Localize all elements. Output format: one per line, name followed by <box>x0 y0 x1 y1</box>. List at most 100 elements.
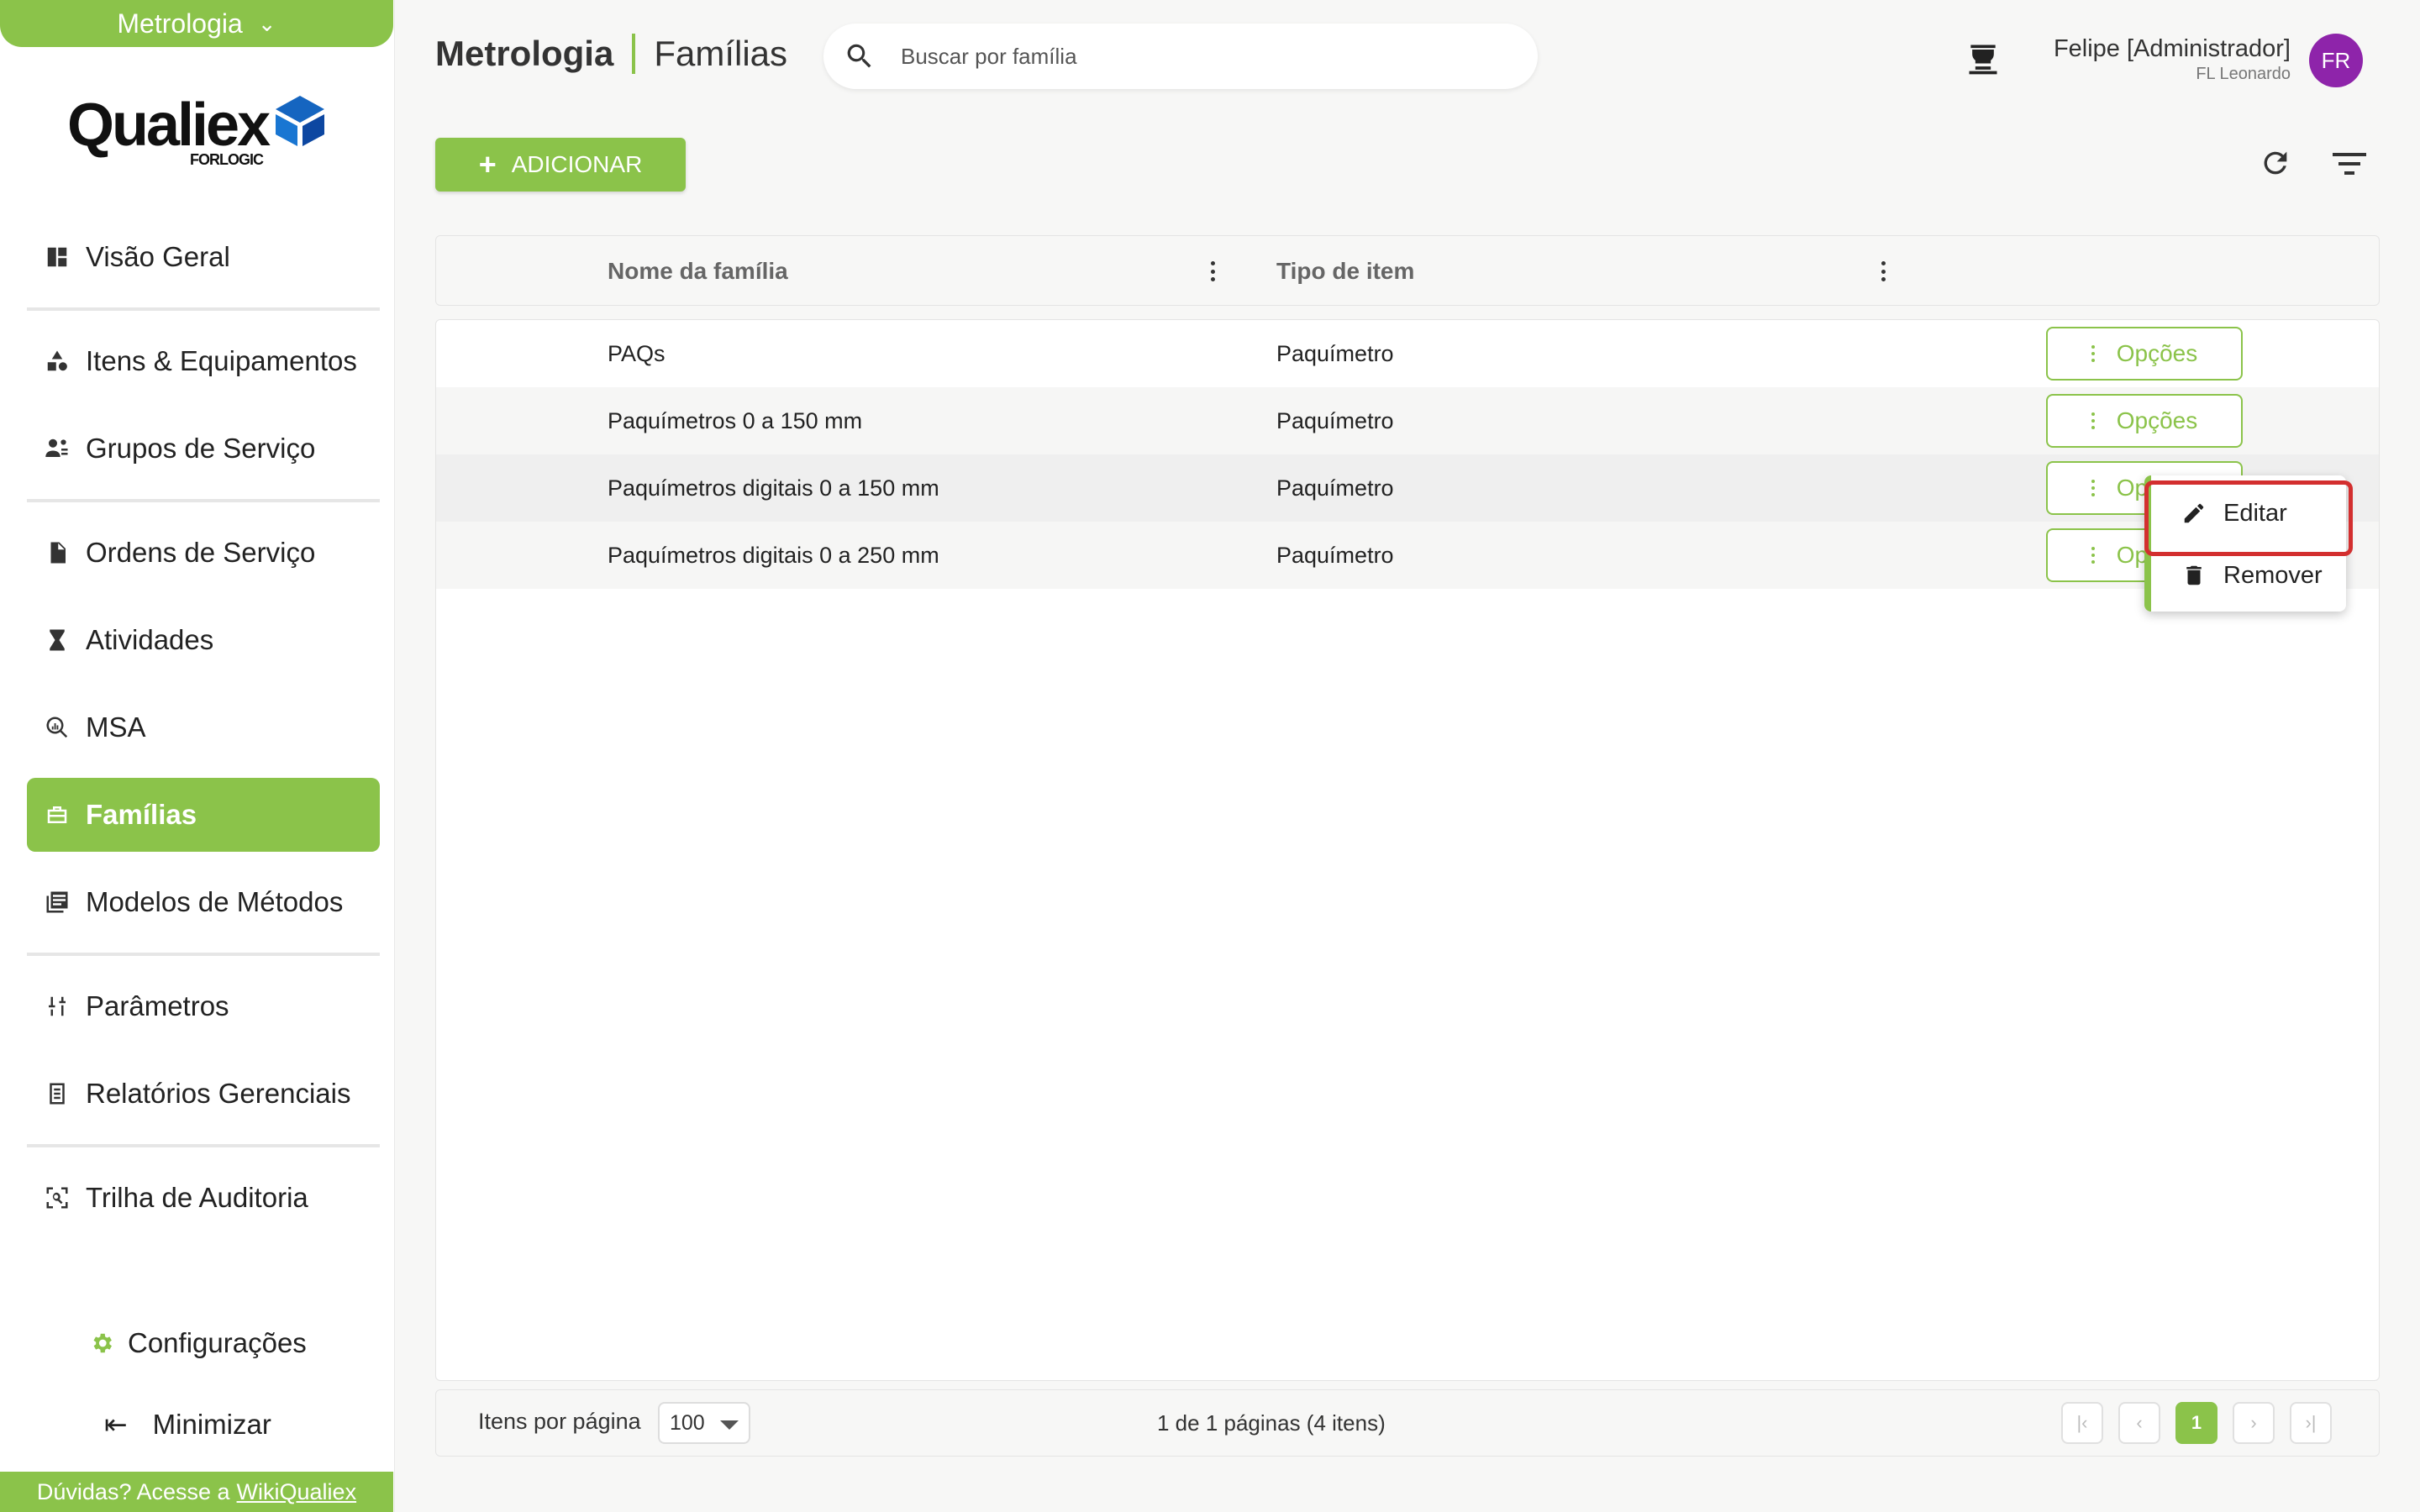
avatar[interactable]: FR <box>2309 34 2363 87</box>
cell-item-type: Paquímetro <box>1276 475 1394 501</box>
pagination: |‹ ‹ 1 › ›| <box>2061 1402 2332 1444</box>
sidebar-item-atividades[interactable]: Atividades <box>27 603 380 677</box>
sidebar-item-label: Parâmetros <box>86 990 229 1021</box>
search-bar <box>823 24 1538 89</box>
sidebar: Metrologia ⌄ Qualiex FORLOGIC Visão Gera… <box>0 0 395 1512</box>
logo: Qualiex FORLOGIC <box>67 91 336 175</box>
sidebar-item-msa[interactable]: MSA <box>27 690 380 764</box>
menu-item-label: Editar <box>2223 499 2287 527</box>
cell-item-type: Paquímetro <box>1276 340 1394 366</box>
menu-item-remove[interactable]: Remover <box>2151 546 2346 605</box>
divider <box>27 1144 380 1147</box>
cell-item-type: Paquímetro <box>1276 542 1394 568</box>
sliders-icon <box>44 993 71 1020</box>
filter-icon[interactable] <box>2333 151 2366 176</box>
sidebar-item-visao-geral[interactable]: Visão Geral <box>27 220 380 294</box>
add-button-label: ADICIONAR <box>511 151 643 177</box>
minimize-label: Minimizar <box>152 1408 271 1440</box>
table-row[interactable]: PAQs Paquímetro Opções <box>436 320 2379 387</box>
table-row[interactable]: Paquímetros digitais 0 a 250 mm Paquímet… <box>436 522 2379 589</box>
menu-item-label: Remover <box>2223 561 2323 589</box>
pencil-icon <box>2184 503 2204 523</box>
help-text: Dúvidas? Acesse a <box>36 1478 230 1504</box>
cell-item-type: Paquímetro <box>1276 407 1394 433</box>
sidebar-item-relatorios[interactable]: Relatórios Gerenciais <box>27 1057 380 1131</box>
logo-sub: FORLOGIC <box>190 151 264 168</box>
sidebar-item-label: Atividades <box>86 624 214 655</box>
page-button-current[interactable]: 1 <box>2175 1402 2217 1444</box>
page-title: Metrologia Famílias <box>435 34 787 74</box>
prev-page-button[interactable]: ‹ <box>2118 1402 2160 1444</box>
next-page-button[interactable]: › <box>2233 1402 2275 1444</box>
group-icon <box>44 435 71 462</box>
column-header-type[interactable]: Tipo de item <box>1276 236 1414 307</box>
coffee-icon[interactable] <box>1965 40 2002 77</box>
column-header-name[interactable]: Nome da família <box>608 236 788 307</box>
shapes-icon <box>44 348 71 375</box>
trash-icon <box>2186 565 2202 585</box>
sidebar-item-parametros[interactable]: Parâmetros <box>27 969 380 1043</box>
page-info: 1 de 1 páginas (4 itens) <box>1157 1410 1386 1436</box>
gear-icon <box>93 1333 112 1353</box>
page-title-module: Metrologia <box>435 34 614 73</box>
refresh-icon[interactable] <box>2259 146 2292 180</box>
user-org: FL Leonardo <box>2196 65 2291 83</box>
user-name: Felipe [Administrador] <box>2053 35 2291 62</box>
sidebar-item-trilha-auditoria[interactable]: Trilha de Auditoria <box>27 1161 380 1235</box>
options-button[interactable]: Opções <box>2046 394 2243 448</box>
kebab-icon <box>2091 480 2095 496</box>
module-selector-label: Metrologia <box>117 8 243 39</box>
module-selector[interactable]: Metrologia ⌄ <box>0 0 393 47</box>
sidebar-item-label: Relatórios Gerenciais <box>86 1078 351 1109</box>
table-row[interactable]: Paquímetros digitais 0 a 150 mm Paquímet… <box>436 454 2379 522</box>
report-icon <box>44 1080 71 1107</box>
sidebar-item-label: Famílias <box>86 799 197 830</box>
sidebar-item-ordens-servico[interactable]: Ordens de Serviço <box>27 516 380 590</box>
column-menu-icon[interactable] <box>1206 258 1219 285</box>
page-title-page: Famílias <box>654 34 788 73</box>
last-page-button[interactable]: ›| <box>2290 1402 2332 1444</box>
cell-family-name: Paquímetros digitais 0 a 250 mm <box>608 542 939 568</box>
chevron-down-icon: ⌄ <box>257 10 276 36</box>
table-header: Nome da família Tipo de item <box>435 235 2380 306</box>
items-per-page-select[interactable]: 100 <box>658 1402 750 1444</box>
sidebar-item-itens-equipamentos[interactable]: Itens & Equipamentos <box>27 324 380 398</box>
divider <box>27 499 380 502</box>
user-info[interactable]: Felipe [Administrador] FL Leonardo <box>2054 35 2291 84</box>
chevron-right-icon: › <box>2250 1412 2257 1433</box>
caret-down-icon <box>720 1420 739 1430</box>
menu-item-edit[interactable]: Editar <box>2151 484 2346 543</box>
sidebar-item-label: Trilha de Auditoria <box>86 1182 308 1213</box>
options-button[interactable]: Opções <box>2046 327 2243 381</box>
sidebar-nav: Visão Geral Itens & Equipamentos Grupos … <box>27 220 380 1235</box>
settings-label: Configurações <box>128 1327 307 1358</box>
sidebar-item-grupos-servico[interactable]: Grupos de Serviço <box>27 412 380 486</box>
title-divider <box>632 34 636 74</box>
options-menu: Editar Remover <box>2144 475 2346 612</box>
first-page-button[interactable]: |‹ <box>2061 1402 2103 1444</box>
sidebar-item-label: Itens & Equipamentos <box>86 345 357 376</box>
minimize-button[interactable]: ⇤ Minimizar <box>104 1408 271 1441</box>
chevron-left-icon: ‹ <box>2136 1412 2143 1433</box>
cell-family-name: Paquímetros 0 a 150 mm <box>608 407 863 433</box>
first-page-icon: |‹ <box>2076 1412 2088 1433</box>
sidebar-item-familias[interactable]: Famílias <box>27 778 380 852</box>
column-menu-icon[interactable] <box>1876 258 1890 285</box>
search-icon <box>847 44 871 68</box>
settings-link[interactable]: Configurações <box>89 1327 307 1359</box>
hourglass-icon <box>44 627 71 654</box>
table-row[interactable]: Paquímetros 0 a 150 mm Paquímetro Opções <box>436 387 2379 454</box>
add-button[interactable]: + ADICIONAR <box>435 138 686 192</box>
wiki-link[interactable]: WikiQualiex <box>237 1479 357 1505</box>
items-per-page-label: Itens por página <box>478 1409 641 1434</box>
dashboard-icon <box>44 244 71 270</box>
sidebar-item-label: Visão Geral <box>86 241 230 272</box>
last-page-icon: ›| <box>2305 1412 2317 1433</box>
toolbox-icon <box>44 801 71 828</box>
logo-mark-icon <box>276 96 324 146</box>
kebab-icon <box>2091 412 2095 429</box>
help-bar: Dúvidas? Acesse a WikiQualiex <box>0 1472 393 1512</box>
search-input[interactable] <box>901 43 1489 70</box>
divider <box>27 953 380 956</box>
sidebar-item-modelos-metodos[interactable]: Modelos de Métodos <box>27 865 380 939</box>
